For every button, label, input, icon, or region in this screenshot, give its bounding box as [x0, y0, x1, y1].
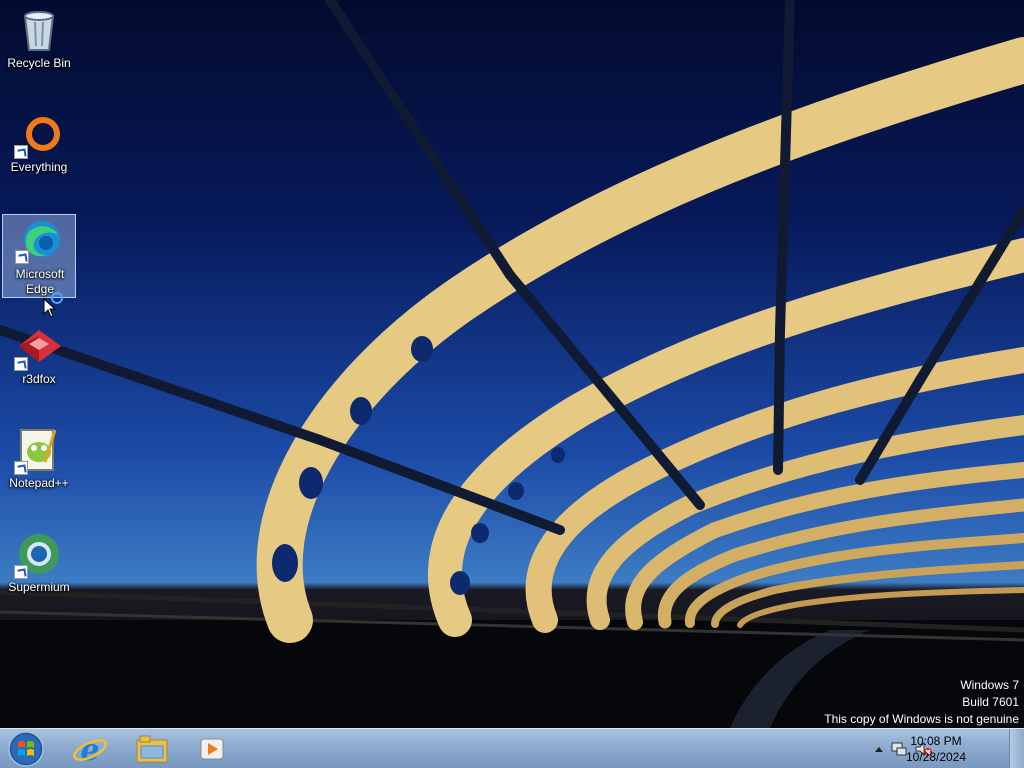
watermark-line-2: Build 7601	[962, 695, 1019, 709]
wallpaper-bridge	[0, 0, 1024, 728]
desktop-icon-microsoft-edge[interactable]: Microsoft Edge	[2, 214, 76, 298]
shortcut-arrow-icon	[14, 461, 28, 475]
windows-watermark: Windows 7 Build 7601 This copy of Window…	[824, 677, 1019, 728]
file-explorer-icon[interactable]	[132, 730, 172, 768]
taskbar: e 10:08 PM 10/28/2024	[0, 728, 1024, 768]
shortcut-arrow-icon	[14, 357, 28, 371]
desktop-icon-label: Supermium	[8, 580, 70, 594]
start-button[interactable]	[4, 730, 48, 768]
shortcut-arrow-icon	[14, 565, 28, 579]
internet-explorer-icon[interactable]: e	[70, 730, 110, 768]
desktop-icon-everything[interactable]: Everything	[2, 106, 76, 188]
shortcut-arrow-icon	[14, 145, 28, 159]
desktop-icon-recycle-bin[interactable]: Recycle Bin	[2, 2, 76, 84]
watermark-line-3: This copy of Windows is not genuine	[824, 712, 1019, 726]
desktop-icon-label: Microsoft Edge	[15, 267, 65, 296]
desktop-icon-label: r3dfox	[22, 372, 56, 386]
desktop-icon-label: Recycle Bin	[7, 56, 71, 70]
desktop[interactable]: Recycle Bin Everything Microsoft Edge r3…	[0, 0, 1024, 728]
desktop-icon-notepadpp[interactable]: Notepad++	[2, 422, 76, 504]
watermark-line-1: Windows 7	[960, 678, 1019, 692]
desktop-icon-supermium[interactable]: Supermium	[2, 526, 76, 608]
media-player-icon[interactable]	[194, 730, 230, 768]
desktop-icon-r3dfox[interactable]: r3dfox	[2, 318, 76, 400]
taskbar-clock[interactable]: 10:08 PM 10/28/2024	[896, 733, 976, 765]
desktop-icon-label: Notepad++	[9, 476, 69, 490]
shortcut-arrow-icon	[15, 250, 29, 264]
show-desktop-button[interactable]	[1009, 729, 1024, 768]
busy-spinner-icon	[51, 292, 63, 304]
desktop-icon-label: Everything	[10, 160, 68, 174]
clock-time: 10:08 PM	[910, 734, 962, 748]
recycle-bin-icon	[23, 11, 55, 51]
svg-text:e: e	[80, 733, 99, 768]
show-hidden-icons-chevron-up-icon[interactable]	[874, 740, 884, 758]
clock-date: 10/28/2024	[905, 750, 967, 764]
